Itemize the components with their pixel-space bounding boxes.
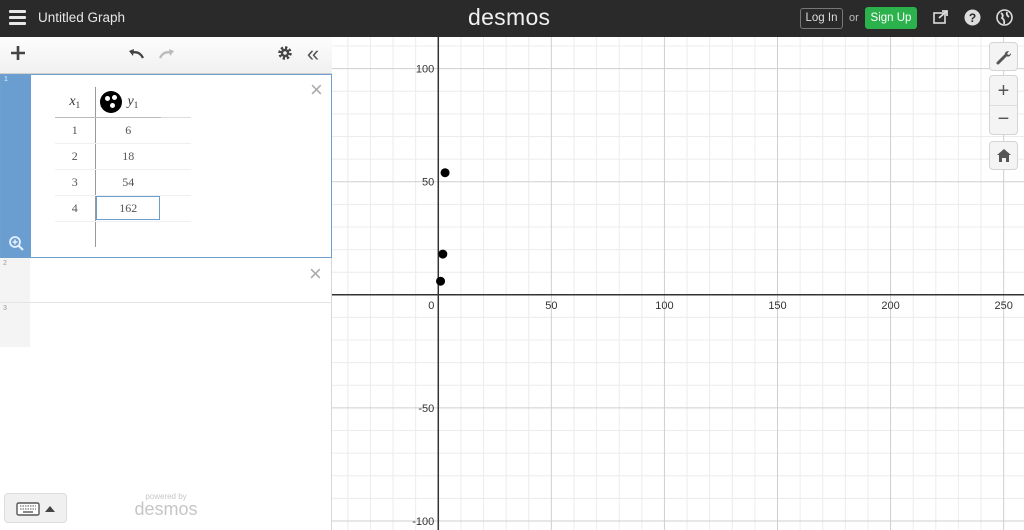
- desmos-logo: desmos: [468, 4, 551, 30]
- settings-gear-icon[interactable]: [275, 44, 295, 66]
- keyboard-toggle-button[interactable]: [4, 493, 67, 523]
- table-cell-x[interactable]: 1: [55, 117, 96, 144]
- table-cell-x[interactable]: 3: [55, 169, 96, 196]
- expression-index: 1: [4, 76, 8, 83]
- help-icon[interactable]: ?: [963, 9, 981, 27]
- expression-row-2[interactable]: 2 ×: [0, 258, 332, 303]
- expression-gutter-1[interactable]: 1: [1, 75, 31, 257]
- x-tick-label: 0: [428, 300, 434, 312]
- add-icon[interactable]: [8, 44, 28, 66]
- default-viewport-button[interactable]: [989, 141, 1018, 170]
- keyboard-icon: [16, 502, 40, 516]
- top-bar: Untitled Graph desmos Log In or Sign Up …: [0, 0, 1024, 37]
- login-button[interactable]: Log In: [800, 8, 843, 29]
- data-table: x1 y1 1 6 2 18 3 54 4 162: [55, 87, 191, 247]
- home-icon: [996, 149, 1011, 162]
- language-globe-icon[interactable]: [995, 9, 1013, 27]
- y-tick-label: 100: [416, 64, 434, 76]
- column-header-y[interactable]: y1: [95, 87, 161, 118]
- column-header-x[interactable]: x1: [55, 87, 96, 118]
- expression-table-1[interactable]: 1 × x1 y1 1 6 2 18 3 54 4 162: [0, 74, 332, 258]
- zoom-controls: + −: [989, 75, 1018, 135]
- svg-text:?: ?: [968, 11, 975, 25]
- table-cell-y-active[interactable]: 162: [95, 195, 161, 222]
- graph-settings-button[interactable]: [989, 42, 1018, 71]
- x-tick-label: 150: [768, 300, 786, 312]
- table-row-empty: [55, 221, 191, 247]
- expression-index: 3: [3, 305, 7, 312]
- expression-row-3[interactable]: 3: [0, 303, 332, 347]
- zoom-fit-icon[interactable]: [8, 235, 24, 251]
- table-cell-y[interactable]: 6: [95, 117, 161, 144]
- expression-list: « 1 × x1 y1 1 6 2 18 3 54 4 162 2 × 3 po…: [0, 37, 332, 530]
- expression-gutter-2[interactable]: 2: [0, 258, 30, 302]
- table-cell-y-empty[interactable]: [95, 221, 161, 247]
- x-tick-label: 100: [655, 300, 673, 312]
- x-tick-label: 50: [545, 300, 557, 312]
- menu-icon[interactable]: [9, 10, 26, 25]
- collapse-chevrons-icon[interactable]: «: [303, 43, 323, 66]
- caret-up-icon: [45, 506, 55, 512]
- or-label: or: [849, 12, 859, 24]
- x-tick-label: 250: [994, 300, 1012, 312]
- expression-index: 2: [3, 260, 7, 267]
- zoom-in-icon[interactable]: +: [990, 76, 1017, 106]
- data-point: [440, 168, 450, 178]
- table-cell-x[interactable]: 4: [55, 195, 96, 222]
- table-row: 1 6: [55, 117, 191, 144]
- wrench-icon: [996, 51, 1011, 65]
- table-row: 2 18: [55, 143, 191, 170]
- table-cell-x-empty[interactable]: [55, 221, 96, 247]
- x-tick-label: 200: [881, 300, 899, 312]
- graph-title[interactable]: Untitled Graph: [38, 10, 125, 25]
- table-row: 3 54: [55, 169, 191, 196]
- point-style-icon[interactable]: [99, 90, 122, 113]
- signup-button[interactable]: Sign Up: [865, 7, 917, 29]
- y-tick-label: 50: [422, 177, 434, 189]
- table-cell-x[interactable]: 2: [55, 143, 96, 170]
- y-tick-label: -50: [418, 403, 434, 415]
- powered-by-brand: desmos: [134, 499, 198, 519]
- header-spacer: [161, 87, 191, 118]
- undo-icon[interactable]: [126, 44, 146, 66]
- powered-by-desmos[interactable]: powered by desmos: [133, 492, 199, 518]
- table-cell-y[interactable]: 54: [95, 169, 161, 196]
- delete-expression-icon[interactable]: ×: [310, 79, 323, 101]
- zoom-out-icon[interactable]: −: [990, 106, 1017, 134]
- expression-toolbar: «: [0, 37, 332, 74]
- table-row: 4 162: [55, 195, 191, 222]
- data-point: [436, 276, 446, 286]
- expression-gutter-3[interactable]: 3: [0, 303, 30, 347]
- redo-icon[interactable]: [157, 44, 177, 66]
- graph-canvas[interactable]: 0 50 100 150 200 250 100 50 -50 -100: [332, 37, 1024, 530]
- table-cell-y[interactable]: 18: [95, 143, 161, 170]
- delete-expression-icon[interactable]: ×: [309, 263, 322, 285]
- y-tick-label: -100: [412, 516, 434, 528]
- share-icon[interactable]: [932, 9, 950, 27]
- graph-paper[interactable]: 0 50 100 150 200 250 100 50 -50 -100 + −: [332, 37, 1024, 530]
- data-point: [438, 249, 448, 259]
